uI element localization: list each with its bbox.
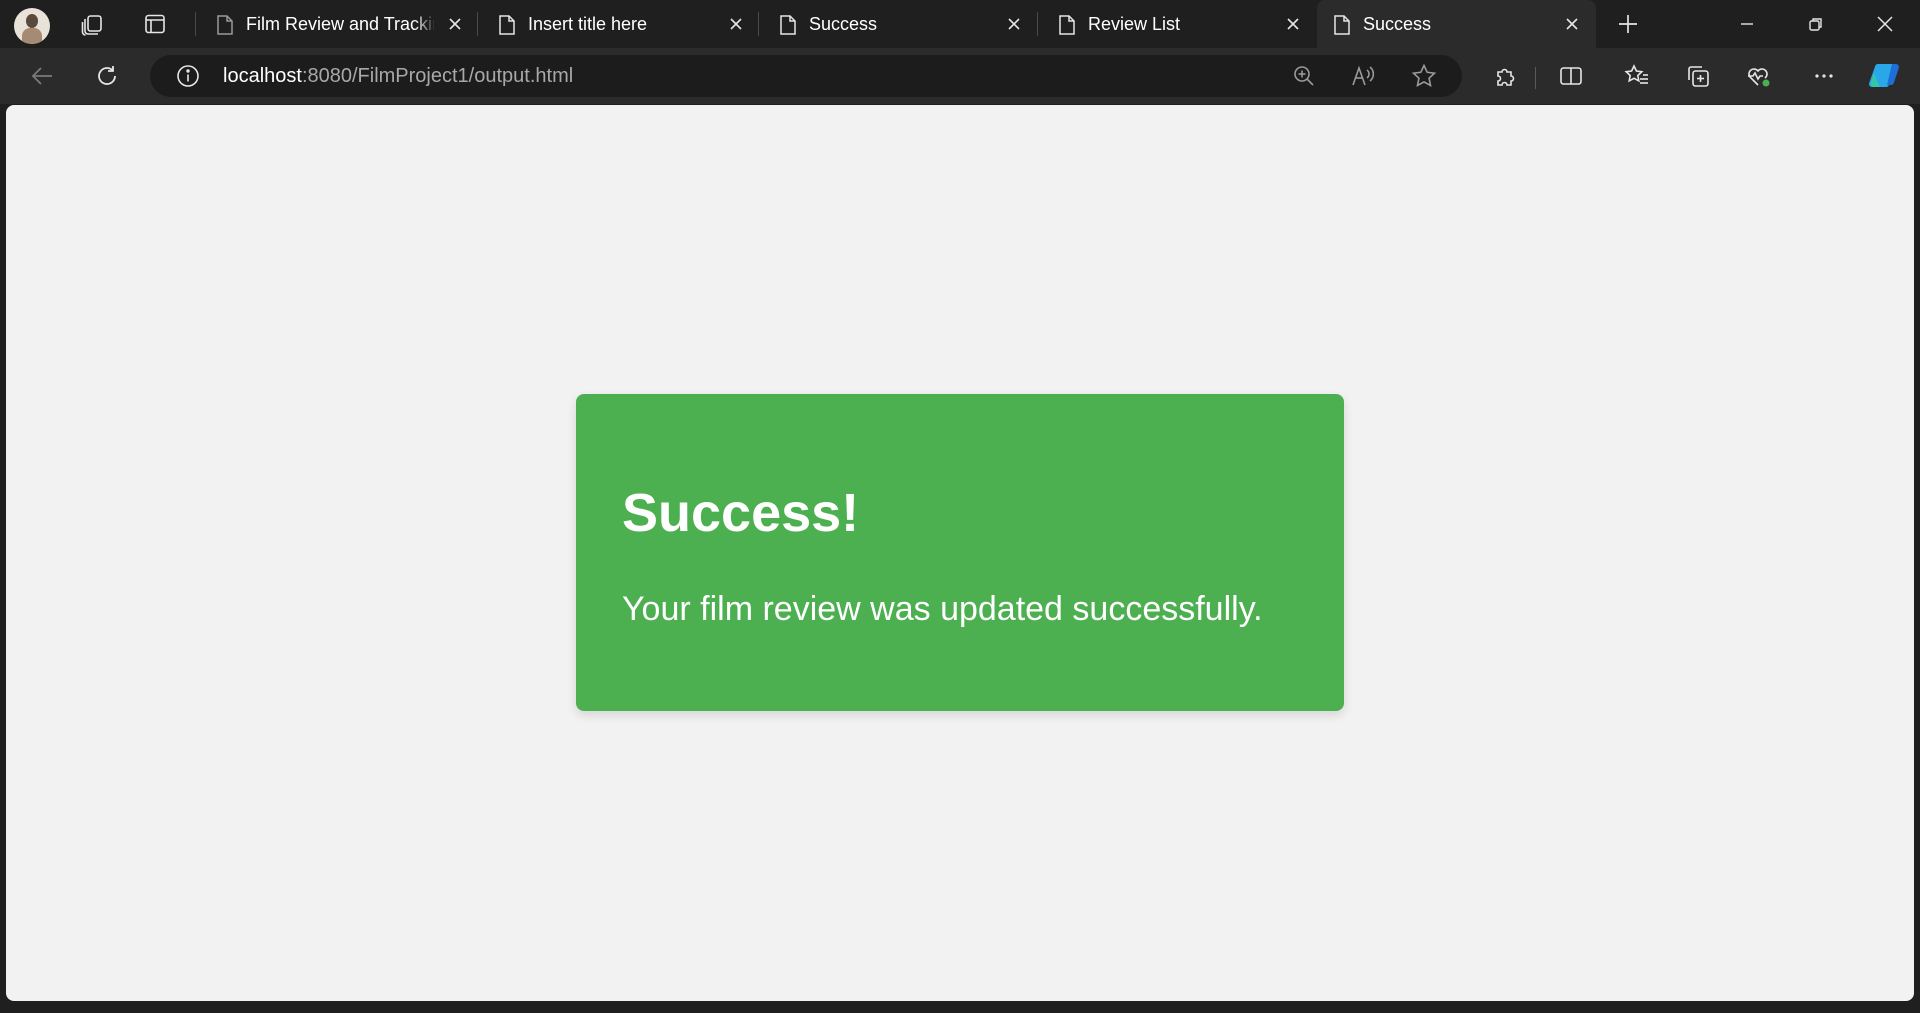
- puzzle-icon: [1493, 63, 1519, 89]
- document-icon: [1333, 14, 1351, 36]
- restore-icon: [1808, 16, 1824, 32]
- document-icon: [779, 14, 797, 36]
- refresh-icon: [94, 63, 120, 89]
- favorites-icon: [1624, 63, 1650, 89]
- extensions-button[interactable]: [1489, 59, 1523, 93]
- window-bottom-edge: [0, 1003, 1920, 1013]
- favorites-button[interactable]: [1620, 59, 1654, 93]
- minimize-button[interactable]: [1727, 4, 1767, 44]
- tab-film-review[interactable]: Film Review and Tracking: [200, 0, 470, 48]
- more-icon: [1812, 64, 1836, 88]
- document-icon: [216, 14, 234, 36]
- tab-insert-title[interactable]: Insert title here: [482, 0, 752, 48]
- url-host: localhost: [223, 65, 302, 87]
- tab-label: Review List: [1088, 14, 1181, 34]
- profile-avatar[interactable]: [14, 8, 50, 44]
- close-tab-icon[interactable]: [1285, 16, 1301, 32]
- heart-pulse-icon: [1744, 63, 1772, 89]
- more-button[interactable]: [1807, 59, 1841, 93]
- collections-button[interactable]: [1681, 59, 1715, 93]
- url-path: :8080/FilmProject1/output.html: [301, 65, 574, 87]
- minimize-icon: [1739, 16, 1755, 32]
- tab-review-list[interactable]: Review List: [1042, 0, 1312, 48]
- success-heading: Success!: [622, 483, 860, 543]
- close-tab-icon[interactable]: [1006, 16, 1022, 32]
- tab-actions-icon[interactable]: [139, 8, 171, 40]
- close-window-button[interactable]: [1865, 4, 1905, 44]
- new-tab-button[interactable]: [1612, 8, 1644, 40]
- restore-button[interactable]: [1796, 4, 1836, 44]
- refresh-button[interactable]: [90, 59, 124, 93]
- document-icon: [1058, 14, 1076, 36]
- tab-label: Film Review and Tracking: [246, 14, 434, 34]
- tab-label: Success: [809, 14, 878, 34]
- close-icon: [1876, 15, 1894, 33]
- split-screen-icon: [1558, 63, 1584, 89]
- url-text[interactable]: localhost:8080/FilmProject1/output.html: [223, 65, 573, 88]
- read-aloud-icon[interactable]: [1348, 60, 1380, 92]
- back-arrow-icon: [29, 63, 55, 89]
- tab-success-active[interactable]: Success: [1317, 0, 1596, 48]
- workspaces-icon[interactable]: [76, 8, 108, 40]
- copilot-button[interactable]: [1868, 59, 1902, 93]
- star-icon[interactable]: [1408, 60, 1440, 92]
- close-tab-icon[interactable]: [728, 16, 744, 32]
- success-card: Success! Your film review was updated su…: [576, 394, 1344, 711]
- page-viewport: Success! Your film review was updated su…: [6, 105, 1914, 1001]
- collections-icon: [1685, 63, 1711, 89]
- address-bar[interactable]: localhost:8080/FilmProject1/output.html: [150, 55, 1462, 97]
- close-tab-icon[interactable]: [1564, 16, 1580, 32]
- copilot-icon: [1868, 61, 1902, 91]
- document-icon: [498, 14, 516, 36]
- split-screen-button[interactable]: [1554, 59, 1588, 93]
- tab-strip: Film Review and Tracking Insert title he…: [0, 0, 1920, 48]
- browser-toolbar: localhost:8080/FilmProject1/output.html: [0, 48, 1920, 104]
- tab-label: Success: [1363, 14, 1432, 34]
- tab-label: Insert title here: [528, 14, 648, 34]
- tab-success[interactable]: Success: [763, 0, 1033, 48]
- browser-essentials-button[interactable]: [1741, 59, 1775, 93]
- close-tab-icon[interactable]: [447, 16, 463, 32]
- success-message: Your film review was updated successfull…: [622, 590, 1263, 628]
- info-icon[interactable]: [172, 60, 204, 92]
- back-button[interactable]: [25, 59, 59, 93]
- zoom-in-icon[interactable]: [1288, 60, 1320, 92]
